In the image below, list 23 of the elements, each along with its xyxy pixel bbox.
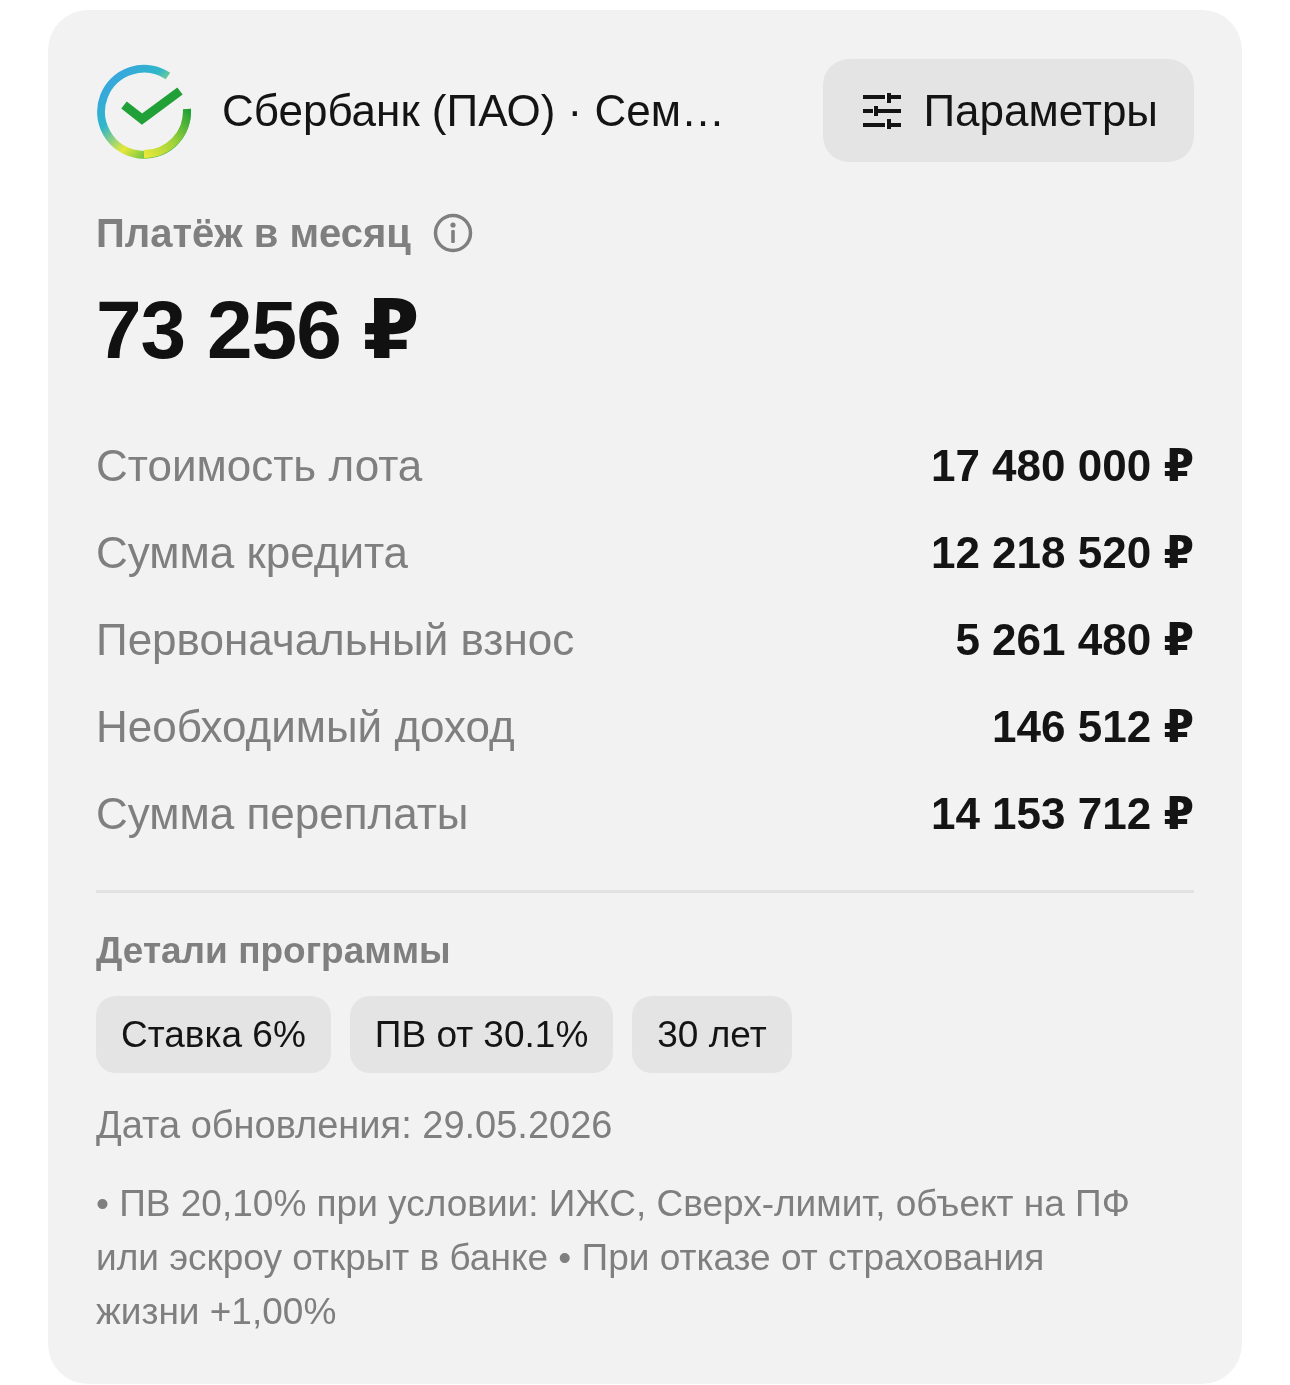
update-date-text: Дата обновления: 29.05.2026 bbox=[96, 1103, 613, 1148]
program-tag: Ставка 6% bbox=[96, 996, 331, 1073]
program-details-heading: Детали программы bbox=[96, 929, 451, 973]
summary-label: Первоначальный взнос bbox=[96, 614, 575, 665]
summary-label: Сумма переплаты bbox=[96, 788, 469, 839]
program-tag: ПВ от 30.1% bbox=[349, 996, 614, 1073]
sliders-icon bbox=[863, 92, 902, 129]
monthly-payment-label: Платёж в месяц bbox=[96, 210, 411, 256]
summary-value: 146 512 ₽ bbox=[992, 701, 1194, 752]
monthly-payment-amount: 73 256 ₽ bbox=[96, 284, 419, 376]
bank-program-title: Сбербанк (ПАО) · Сем… bbox=[222, 85, 726, 136]
summary-label: Сумма кредита bbox=[96, 527, 409, 578]
summary-value: 14 153 712 ₽ bbox=[930, 788, 1194, 839]
info-icon[interactable] bbox=[432, 213, 473, 253]
summary-label: Необходимый доход bbox=[96, 701, 515, 752]
summary-value: 5 261 480 ₽ bbox=[955, 614, 1194, 665]
parameters-button[interactable]: Параметры bbox=[823, 59, 1194, 162]
program-conditions-note: • ПВ 20,10% при условии: ИЖС, Сверх-лимит, объект на ПФ или эскроу открыт в банке • При отказе от страхования жизни +1,00% bbox=[96, 1182, 1131, 1334]
check-circle-logo-icon bbox=[96, 62, 192, 159]
program-tag: 30 лет bbox=[632, 996, 792, 1073]
summary-label: Стоимость лота bbox=[96, 440, 423, 491]
summary-value: 17 480 000 ₽ bbox=[930, 440, 1194, 491]
summary-value: 12 218 520 ₽ bbox=[930, 527, 1194, 578]
